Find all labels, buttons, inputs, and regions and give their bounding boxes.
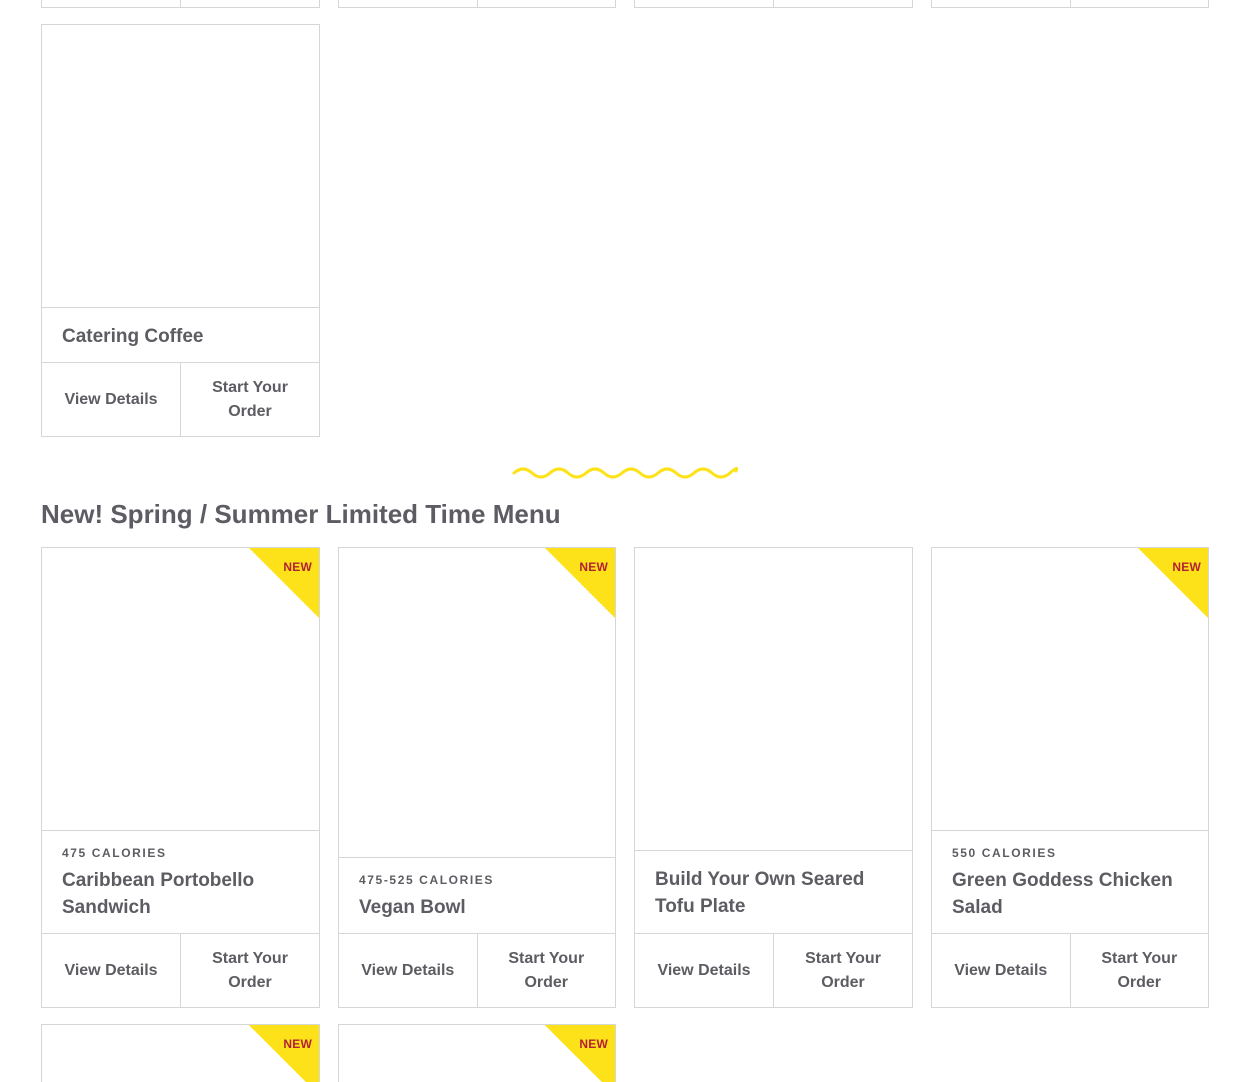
card-title: Catering Coffee	[62, 326, 204, 347]
start-order-button[interactable]	[180, 0, 319, 7]
squiggle-divider-icon	[512, 466, 738, 479]
view-details-button[interactable]	[635, 0, 773, 7]
card-title: Build Your Own Seared Tofu Plate	[655, 869, 865, 917]
card-info: Catering Coffee	[62, 323, 303, 350]
start-order-button[interactable]: Start Your Order	[773, 934, 912, 1007]
view-details-button[interactable]	[339, 0, 477, 7]
card-actions	[635, 0, 912, 7]
section-heading: New! Spring / Summer Limited Time Menu	[41, 499, 561, 529]
menu-card-partial	[338, 0, 616, 8]
menu-card-caribbean-portobello: NEW 475 CALORIES Caribbean Portobello Sa…	[41, 547, 320, 1008]
new-badge: NEW	[545, 548, 615, 618]
card-actions	[339, 0, 615, 7]
menu-card-partial	[931, 0, 1209, 8]
menu-card-catering-coffee: Catering Coffee View Details Start Your …	[41, 24, 320, 437]
view-details-button[interactable]: View Details	[42, 934, 180, 1007]
card-title: Vegan Bowl	[359, 897, 466, 918]
start-order-button[interactable]	[773, 0, 912, 7]
new-badge: NEW	[249, 548, 319, 618]
card-info: 475 CALORIES Caribbean Portobello Sandwi…	[62, 845, 303, 921]
calorie-count: 475 CALORIES	[62, 846, 167, 860]
card-actions: View Details Start Your Order	[635, 933, 912, 1007]
menu-card-partial: NEW	[338, 1024, 616, 1082]
start-order-button[interactable]	[476, 0, 616, 7]
view-details-button[interactable]: View Details	[42, 363, 180, 436]
new-badge-label: NEW	[579, 1037, 608, 1051]
card-info: Build Your Own Seared Tofu Plate	[655, 866, 896, 920]
start-order-button[interactable]: Start Your Order	[180, 363, 319, 436]
card-info: 475-525 CALORIES Vegan Bowl	[359, 872, 599, 921]
start-order-button[interactable]: Start Your Order	[1069, 934, 1209, 1007]
card-actions	[42, 0, 319, 7]
card-title: Green Goddess Chicken Salad	[952, 870, 1173, 918]
new-badge: NEW	[545, 1025, 615, 1082]
card-actions: View Details Start Your Order	[932, 933, 1208, 1007]
view-details-button[interactable]: View Details	[339, 934, 477, 1007]
menu-card-vegan-bowl: NEW 475-525 CALORIES Vegan Bowl View Det…	[338, 547, 616, 1008]
new-badge-label: NEW	[283, 560, 312, 574]
card-actions: View Details Start Your Order	[42, 933, 319, 1007]
calorie-count: 475-525 CALORIES	[359, 873, 494, 887]
start-order-button[interactable]: Start Your Order	[180, 934, 319, 1007]
calorie-count: 550 CALORIES	[952, 846, 1057, 860]
card-image[interactable]	[635, 548, 912, 851]
new-badge-label: NEW	[1172, 560, 1201, 574]
card-actions: View Details Start Your Order	[339, 933, 615, 1007]
view-details-button[interactable]	[932, 0, 1070, 7]
new-badge: NEW	[249, 1025, 319, 1082]
card-actions: View Details Start Your Order	[42, 362, 319, 436]
start-order-button[interactable]: Start Your Order	[476, 934, 616, 1007]
start-order-button[interactable]	[1069, 0, 1209, 7]
menu-card-partial: NEW	[41, 1024, 320, 1082]
view-details-button[interactable]: View Details	[932, 934, 1070, 1007]
menu-card-green-goddess: NEW 550 CALORIES Green Goddess Chicken S…	[931, 547, 1209, 1008]
menu-card-partial	[634, 0, 913, 8]
menu-page: Catering Coffee View Details Start Your …	[0, 0, 1250, 1082]
new-badge: NEW	[1138, 548, 1208, 618]
view-details-button[interactable]: View Details	[635, 934, 773, 1007]
menu-card-seared-tofu: Build Your Own Seared Tofu Plate View De…	[634, 547, 913, 1008]
card-info: 550 CALORIES Green Goddess Chicken Salad	[952, 845, 1192, 921]
new-badge-label: NEW	[579, 560, 608, 574]
view-details-button[interactable]	[42, 0, 180, 7]
card-image[interactable]	[42, 25, 319, 308]
menu-card-partial	[41, 0, 320, 8]
card-title: Caribbean Portobello Sandwich	[62, 870, 255, 918]
card-actions	[932, 0, 1208, 7]
new-badge-label: NEW	[283, 1037, 312, 1051]
